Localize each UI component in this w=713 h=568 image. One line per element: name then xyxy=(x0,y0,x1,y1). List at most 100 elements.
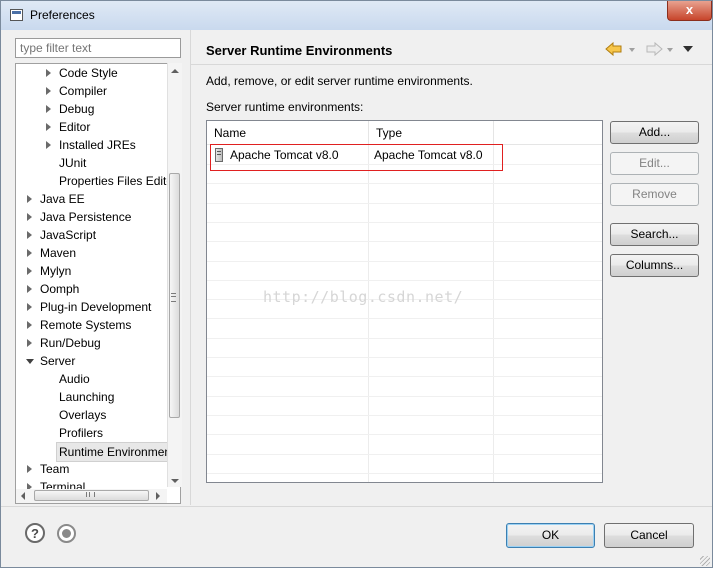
tree-item[interactable]: Launching xyxy=(16,388,176,406)
tree-item-label: Installed JREs xyxy=(59,138,136,152)
tree-item-label: Overlays xyxy=(59,408,107,422)
tree-item[interactable]: Plug-in Development xyxy=(16,298,176,316)
tree-item-label: Oomph xyxy=(40,282,80,296)
tree-collapsed-arrow-icon[interactable] xyxy=(46,69,51,77)
forward-history-dropdown-icon[interactable] xyxy=(667,48,673,52)
tree-collapsed-arrow-icon[interactable] xyxy=(46,105,51,113)
tree-item[interactable]: Team xyxy=(16,460,176,478)
tree-item[interactable]: Debug xyxy=(16,100,176,118)
tree-item-label: JavaScript xyxy=(40,228,97,242)
tree-item[interactable]: Overlays xyxy=(16,406,176,424)
tree-item-label: Mylyn xyxy=(40,264,72,278)
tree-item[interactable]: Server xyxy=(16,352,176,370)
filter-input[interactable] xyxy=(15,38,181,58)
tree-collapsed-arrow-icon[interactable] xyxy=(27,321,32,329)
tree-item-label: Runtime Environments xyxy=(56,442,180,462)
tree-collapsed-arrow-icon[interactable] xyxy=(27,195,32,203)
tree-item[interactable]: Installed JREs xyxy=(16,136,176,154)
scroll-right-arrow-icon[interactable] xyxy=(156,492,160,500)
columns-button[interactable]: Columns... xyxy=(610,254,699,277)
tree-item[interactable]: Properties Files Editor xyxy=(16,172,178,190)
tree-collapsed-arrow-icon[interactable] xyxy=(27,285,32,293)
tree-item[interactable]: Runtime Environments xyxy=(16,442,180,462)
cancel-button[interactable]: Cancel xyxy=(604,523,694,548)
bottom-separator xyxy=(1,506,712,507)
tree-horizontal-scrollbar[interactable] xyxy=(16,489,167,503)
tree-collapsed-arrow-icon[interactable] xyxy=(46,87,51,95)
page-description: Add, remove, or edit server runtime envi… xyxy=(206,74,473,88)
scroll-grip-icon xyxy=(86,492,95,497)
highlight-box xyxy=(210,144,503,171)
tree-item[interactable]: Profilers xyxy=(16,424,176,442)
import-export-icon[interactable] xyxy=(57,524,76,543)
column-header-type[interactable]: Type xyxy=(369,121,494,144)
pane-divider[interactable] xyxy=(190,30,191,505)
tree-item[interactable]: Mylyn xyxy=(16,262,176,280)
scroll-down-arrow-icon[interactable] xyxy=(171,479,179,483)
scroll-grip-icon xyxy=(171,293,176,302)
tree-vertical-scrollbar[interactable] xyxy=(167,63,182,487)
tree-collapsed-arrow-icon[interactable] xyxy=(27,303,32,311)
tree-item-label: Plug-in Development xyxy=(40,300,152,314)
tree-collapsed-arrow-icon[interactable] xyxy=(27,339,32,347)
tree-item[interactable]: Java EE xyxy=(16,190,176,208)
back-arrow-icon[interactable] xyxy=(605,41,625,57)
tree-item[interactable]: Audio xyxy=(16,370,176,388)
title-bar[interactable]: Preferences x xyxy=(1,1,712,30)
tree-item[interactable]: Editor xyxy=(16,118,176,136)
table-header: Name Type xyxy=(207,121,602,145)
tree-item-label: Properties Files Editor xyxy=(59,174,178,188)
resize-grip-icon[interactable] xyxy=(700,556,710,566)
tree-item-label: Editor xyxy=(59,120,91,134)
preferences-tree: Code Style Compiler Debug Editor Installed J… xyxy=(15,63,181,504)
ok-button[interactable]: OK xyxy=(506,523,595,548)
watermark: http://blog.csdn.net/ xyxy=(263,288,464,306)
tree-collapsed-arrow-icon[interactable] xyxy=(27,465,32,473)
tree-item-label: Launching xyxy=(59,390,115,404)
tree-item-label: Team xyxy=(40,462,70,476)
column-header-name[interactable]: Name xyxy=(207,121,369,144)
tree-item-label: Debug xyxy=(59,102,95,116)
edit-button[interactable]: Edit... xyxy=(610,152,699,175)
window-title: Preferences xyxy=(30,8,95,22)
tree-item[interactable]: JavaScript xyxy=(16,226,176,244)
add-button[interactable]: Add... xyxy=(610,121,699,144)
tree-item-label: Audio xyxy=(59,372,90,386)
tree-item-label: Code Style xyxy=(59,66,118,80)
tree-item[interactable]: Code Style xyxy=(16,64,176,82)
scroll-up-arrow-icon[interactable] xyxy=(171,69,179,73)
close-button[interactable]: x xyxy=(667,1,712,21)
tree-collapsed-arrow-icon[interactable] xyxy=(27,231,32,239)
tree-item[interactable]: Oomph xyxy=(16,280,176,298)
tree-collapsed-arrow-icon[interactable] xyxy=(46,141,51,149)
tree-item-label: Profilers xyxy=(59,426,104,440)
tree-item-label: Server xyxy=(40,354,76,368)
tree-item-label: Run/Debug xyxy=(40,336,101,350)
tree-item[interactable]: Run/Debug xyxy=(16,334,176,352)
tree-expanded-arrow-icon[interactable] xyxy=(26,359,34,364)
page-title: Server Runtime Environments xyxy=(206,43,393,58)
tree-item[interactable]: Java Persistence xyxy=(16,208,176,226)
help-icon[interactable]: ? xyxy=(25,523,45,543)
tree-collapsed-arrow-icon[interactable] xyxy=(46,123,51,131)
scroll-left-arrow-icon[interactable] xyxy=(21,492,25,500)
search-button[interactable]: Search... xyxy=(610,223,699,246)
remove-button[interactable]: Remove xyxy=(610,183,699,206)
view-menu-icon[interactable] xyxy=(683,46,693,52)
tree-item-label: Java Persistence xyxy=(40,210,132,224)
tree-item[interactable]: Remote Systems xyxy=(16,316,176,334)
tree-item-label: Compiler xyxy=(59,84,108,98)
preferences-window-icon xyxy=(10,9,23,21)
tree-item-label: Maven xyxy=(40,246,77,260)
tree-item[interactable]: Compiler xyxy=(16,82,176,100)
tree-item[interactable]: JUnit xyxy=(16,154,176,172)
tree-collapsed-arrow-icon[interactable] xyxy=(27,267,32,275)
preferences-window: Preferences x Code Style Compiler Debug Edi… xyxy=(0,0,713,568)
tree-collapsed-arrow-icon[interactable] xyxy=(27,213,32,221)
tree-item-label: Java EE xyxy=(40,192,85,206)
tree-item[interactable]: Maven xyxy=(16,244,176,262)
tree-collapsed-arrow-icon[interactable] xyxy=(27,249,32,257)
title-separator xyxy=(191,64,712,65)
back-history-dropdown-icon[interactable] xyxy=(629,48,635,52)
forward-arrow-icon[interactable] xyxy=(643,41,663,57)
